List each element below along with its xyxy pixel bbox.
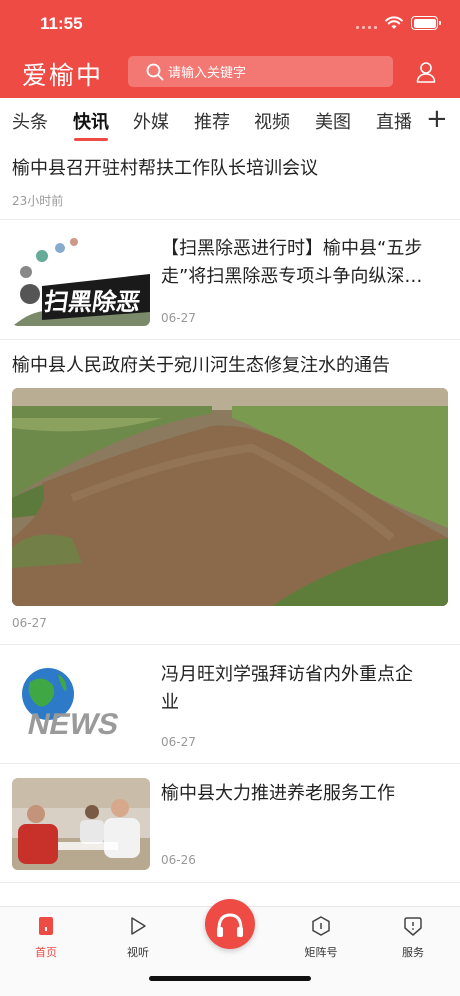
news-title: 榆中县大力推进养老服务工作	[161, 783, 395, 804]
headphones-icon	[217, 913, 243, 937]
news-time: 06-27	[161, 311, 196, 325]
app-header: 11:55 爱榆中 请输入关键字	[0, 0, 460, 98]
bottom-tab-bar: 首页 视听 矩阵号 服务	[0, 899, 460, 996]
signal-icon	[356, 17, 377, 29]
home-icon	[39, 917, 53, 935]
river-photo	[12, 388, 448, 606]
tabbar-audiovisual[interactable]: 视听	[108, 915, 168, 960]
wifi-icon	[385, 16, 403, 29]
thumbnail-caption: NEWS	[25, 708, 122, 741]
elderly-care-photo	[12, 778, 150, 870]
app-logo: 爱榆中	[22, 61, 104, 90]
news-time: 06-27	[12, 616, 47, 630]
tabbar-label: 矩阵号	[304, 946, 338, 959]
news-title: 榆中县人民政府关于宛川河生态修复注水的通告	[12, 355, 390, 376]
home-indicator	[149, 976, 311, 981]
news-logo-illustration: NEWS	[12, 660, 150, 750]
news-time: 06-26	[161, 853, 196, 867]
active-tab-indicator	[74, 138, 108, 141]
thumbnail-caption: 扫黑除恶	[42, 288, 142, 316]
tab-tuijian[interactable]: 推荐	[194, 108, 230, 134]
tab-waimei[interactable]: 外媒	[133, 108, 169, 134]
news-title: 【扫黑除恶进行时】榆中县“五步走”将扫黑除恶专项斗争向纵深…	[161, 238, 423, 287]
category-tabs: 头条 快讯 外媒 推荐 视频 美图 直播 +	[0, 98, 460, 144]
status-time: 11:55	[40, 14, 83, 33]
divider	[0, 763, 460, 764]
tab-shipin[interactable]: 视频	[254, 108, 290, 134]
search-icon	[146, 63, 164, 80]
battery-icon	[411, 16, 441, 30]
tab-toutiao[interactable]: 头条	[12, 108, 48, 134]
tabbar-service[interactable]: 服务	[383, 915, 443, 960]
news-title: 冯月旺刘学强拜访省内外重点企业	[161, 664, 413, 713]
news-time: 23小时前	[12, 194, 64, 208]
news-time: 06-27	[161, 735, 196, 749]
status-indicators	[356, 16, 441, 30]
tabbar-label: 视听	[127, 946, 149, 959]
service-icon	[404, 917, 422, 936]
news-thumbnail	[12, 778, 150, 870]
news-thumbnail: 扫黑除恶	[12, 234, 150, 326]
news-thumbnail: NEWS	[12, 660, 150, 750]
tab-meitu[interactable]: 美图	[315, 108, 351, 134]
tabbar-label: 首页	[35, 946, 57, 959]
search-placeholder: 请输入关键字	[168, 66, 247, 81]
user-icon[interactable]	[414, 60, 438, 84]
tabbar-home[interactable]: 首页	[16, 915, 76, 960]
sweep-crime-illustration: 扫黑除恶	[12, 234, 150, 326]
news-title: 榆中县召开驻村帮扶工作队长培训会议	[12, 158, 318, 179]
search-bar[interactable]: 请输入关键字	[128, 56, 393, 87]
play-icon	[131, 917, 146, 935]
tabbar-listen-button[interactable]	[205, 899, 255, 949]
divider	[0, 339, 460, 340]
tab-kuaixun[interactable]: 快讯	[73, 108, 109, 134]
divider	[0, 219, 460, 220]
add-tab-icon[interactable]: +	[426, 106, 448, 132]
tab-zhibo[interactable]: 直播	[376, 108, 412, 134]
divider	[0, 882, 460, 883]
divider	[0, 644, 460, 645]
tabbar-label: 服务	[402, 946, 424, 959]
tabbar-matrix[interactable]: 矩阵号	[291, 915, 351, 960]
hexagon-icon	[312, 916, 330, 936]
